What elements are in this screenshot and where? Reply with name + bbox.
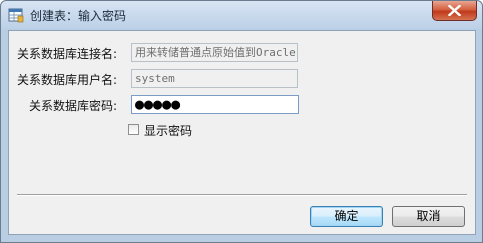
cancel-button[interactable]: 取消 [392,206,465,227]
dialog-body: 关系数据库连接名: 用来转储普通点原始值到Oracle 关系数据库用户名: sy… [8,30,476,235]
separator [17,194,467,196]
username-label: 关系数据库用户名: [17,73,118,87]
show-password-label[interactable]: 显示密码 [144,122,192,139]
dialog-window: 创建表：输入密码 关系数据库连接名: 用来转储普通点原始值到Oracle 关系数… [0,0,483,243]
password-field[interactable]: ●●●●● [131,95,299,114]
window-title: 创建表：输入密码 [30,9,127,23]
ok-button[interactable]: 确定 [310,206,383,227]
connection-name-field: 用来转储普通点原始值到Oracle [131,43,298,62]
close-icon [448,5,461,16]
connection-name-label: 关系数据库连接名: [17,47,118,61]
password-label: 关系数据库密码: [29,99,118,113]
title-bar[interactable]: 创建表：输入密码 [1,1,482,29]
table-window-icon [8,7,24,23]
show-password-checkbox[interactable] [128,124,139,135]
username-field: system [131,69,298,88]
close-button[interactable] [432,1,477,21]
